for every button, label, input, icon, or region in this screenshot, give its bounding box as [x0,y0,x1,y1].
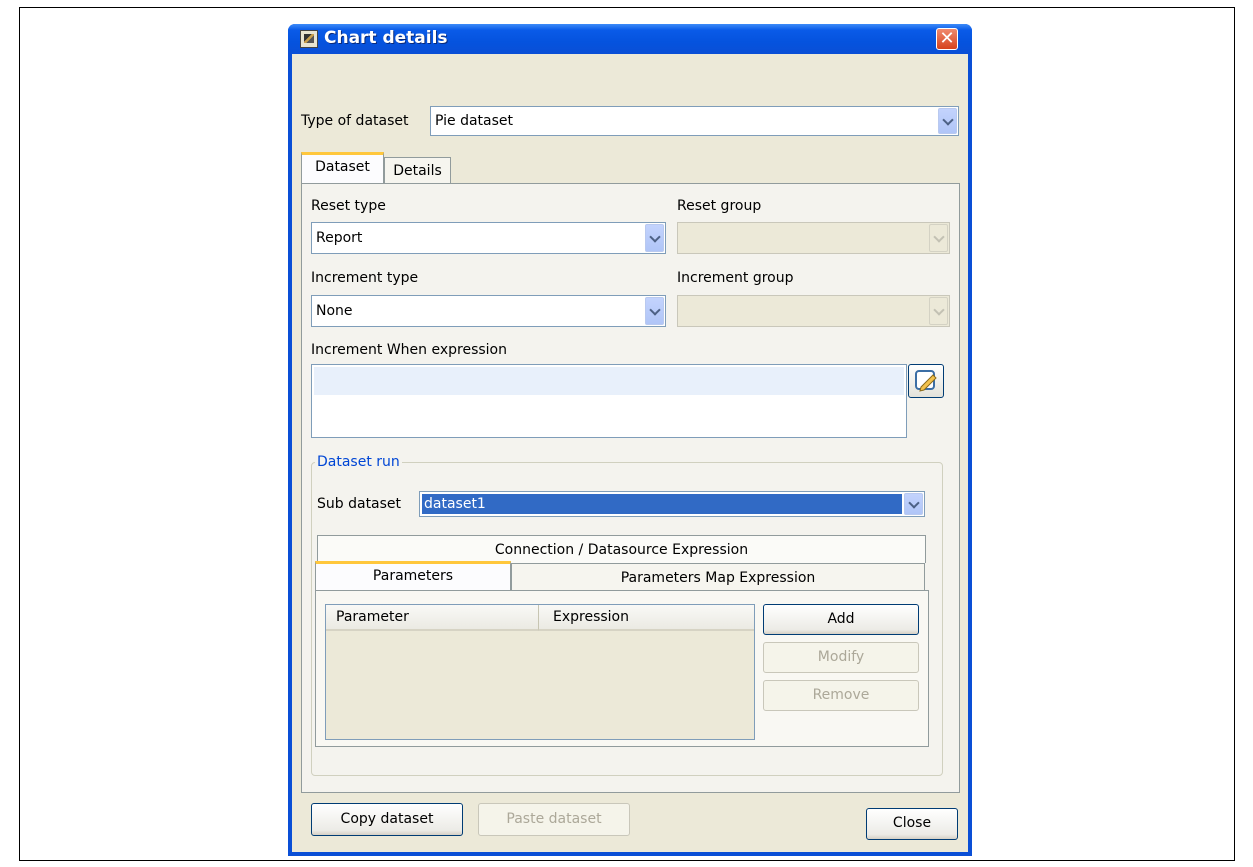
expression-editor-button[interactable] [908,364,944,398]
app-icon [300,30,318,48]
remove-button[interactable]: Remove [763,680,919,711]
modify-button[interactable]: Modify [763,642,919,673]
close-button[interactable]: Close [866,808,958,840]
dataset-run-legend: Dataset run [315,454,402,470]
sub-dataset-value: dataset1 [424,496,486,512]
reset-type-value: Report [316,230,363,246]
tab-connection-datasource-expression[interactable]: Connection / Datasource Expression [317,535,926,563]
dataset-tab-panel: Reset type Reset group Report Increment … [301,183,960,836]
edit-expression-icon [915,370,937,392]
tab-parameters[interactable]: Parameters [315,561,511,591]
chevron-down-icon [929,297,948,325]
parameters-tab-panel: Parameter Expression Add Modify Remove [315,590,929,747]
reset-type-combo[interactable]: Report [311,222,666,254]
tab-dataset[interactable]: Dataset [301,152,384,184]
title-bar[interactable]: Chart details ✕ [288,24,972,54]
sub-dataset-combo[interactable]: dataset1 [419,491,925,517]
increment-type-value: None [316,303,353,319]
paste-dataset-button[interactable]: Paste dataset [478,803,630,836]
column-header-parameter[interactable]: Parameter [326,605,539,631]
chevron-down-icon[interactable] [645,297,664,325]
window-title: Chart details [324,28,448,48]
add-button[interactable]: Add [763,604,919,635]
sub-dataset-label: Sub dataset [317,496,402,512]
close-icon[interactable]: ✕ [936,28,958,50]
chevron-down-icon[interactable] [904,493,923,515]
reset-group-label: Reset group [677,198,762,214]
reset-type-label: Reset type [311,198,386,214]
parameters-table[interactable]: Parameter Expression [325,604,755,740]
type-of-dataset-label: Type of dataset [301,113,409,129]
chevron-down-icon[interactable] [938,108,957,134]
tab-details[interactable]: Details [384,157,451,184]
copy-dataset-button[interactable]: Copy dataset [311,803,463,836]
increment-when-label: Increment When expression [311,342,507,358]
increment-when-expression-field[interactable] [311,364,907,438]
column-header-parameter-label: Parameter [336,609,409,625]
current-line-highlight [314,367,904,395]
increment-type-label: Increment type [311,270,419,286]
type-of-dataset-combo[interactable]: Pie dataset [430,106,959,136]
increment-type-combo[interactable]: None [311,295,666,327]
chevron-down-icon[interactable] [645,224,664,252]
dialog-body: Type of dataset Pie dataset Dataset Deta… [292,54,968,852]
type-of-dataset-value: Pie dataset [435,113,514,129]
chart-details-dialog: Chart details ✕ Type of dataset Pie data… [288,24,972,856]
chevron-down-icon [929,224,948,252]
column-header-expression-label: Expression [553,609,629,625]
selection-highlight [422,494,902,514]
increment-group-combo [677,295,950,327]
column-header-expression[interactable]: Expression [539,605,754,631]
reset-group-combo [677,222,950,254]
increment-group-label: Increment group [677,270,794,286]
tab-parameters-map-expression[interactable]: Parameters Map Expression [511,563,925,591]
